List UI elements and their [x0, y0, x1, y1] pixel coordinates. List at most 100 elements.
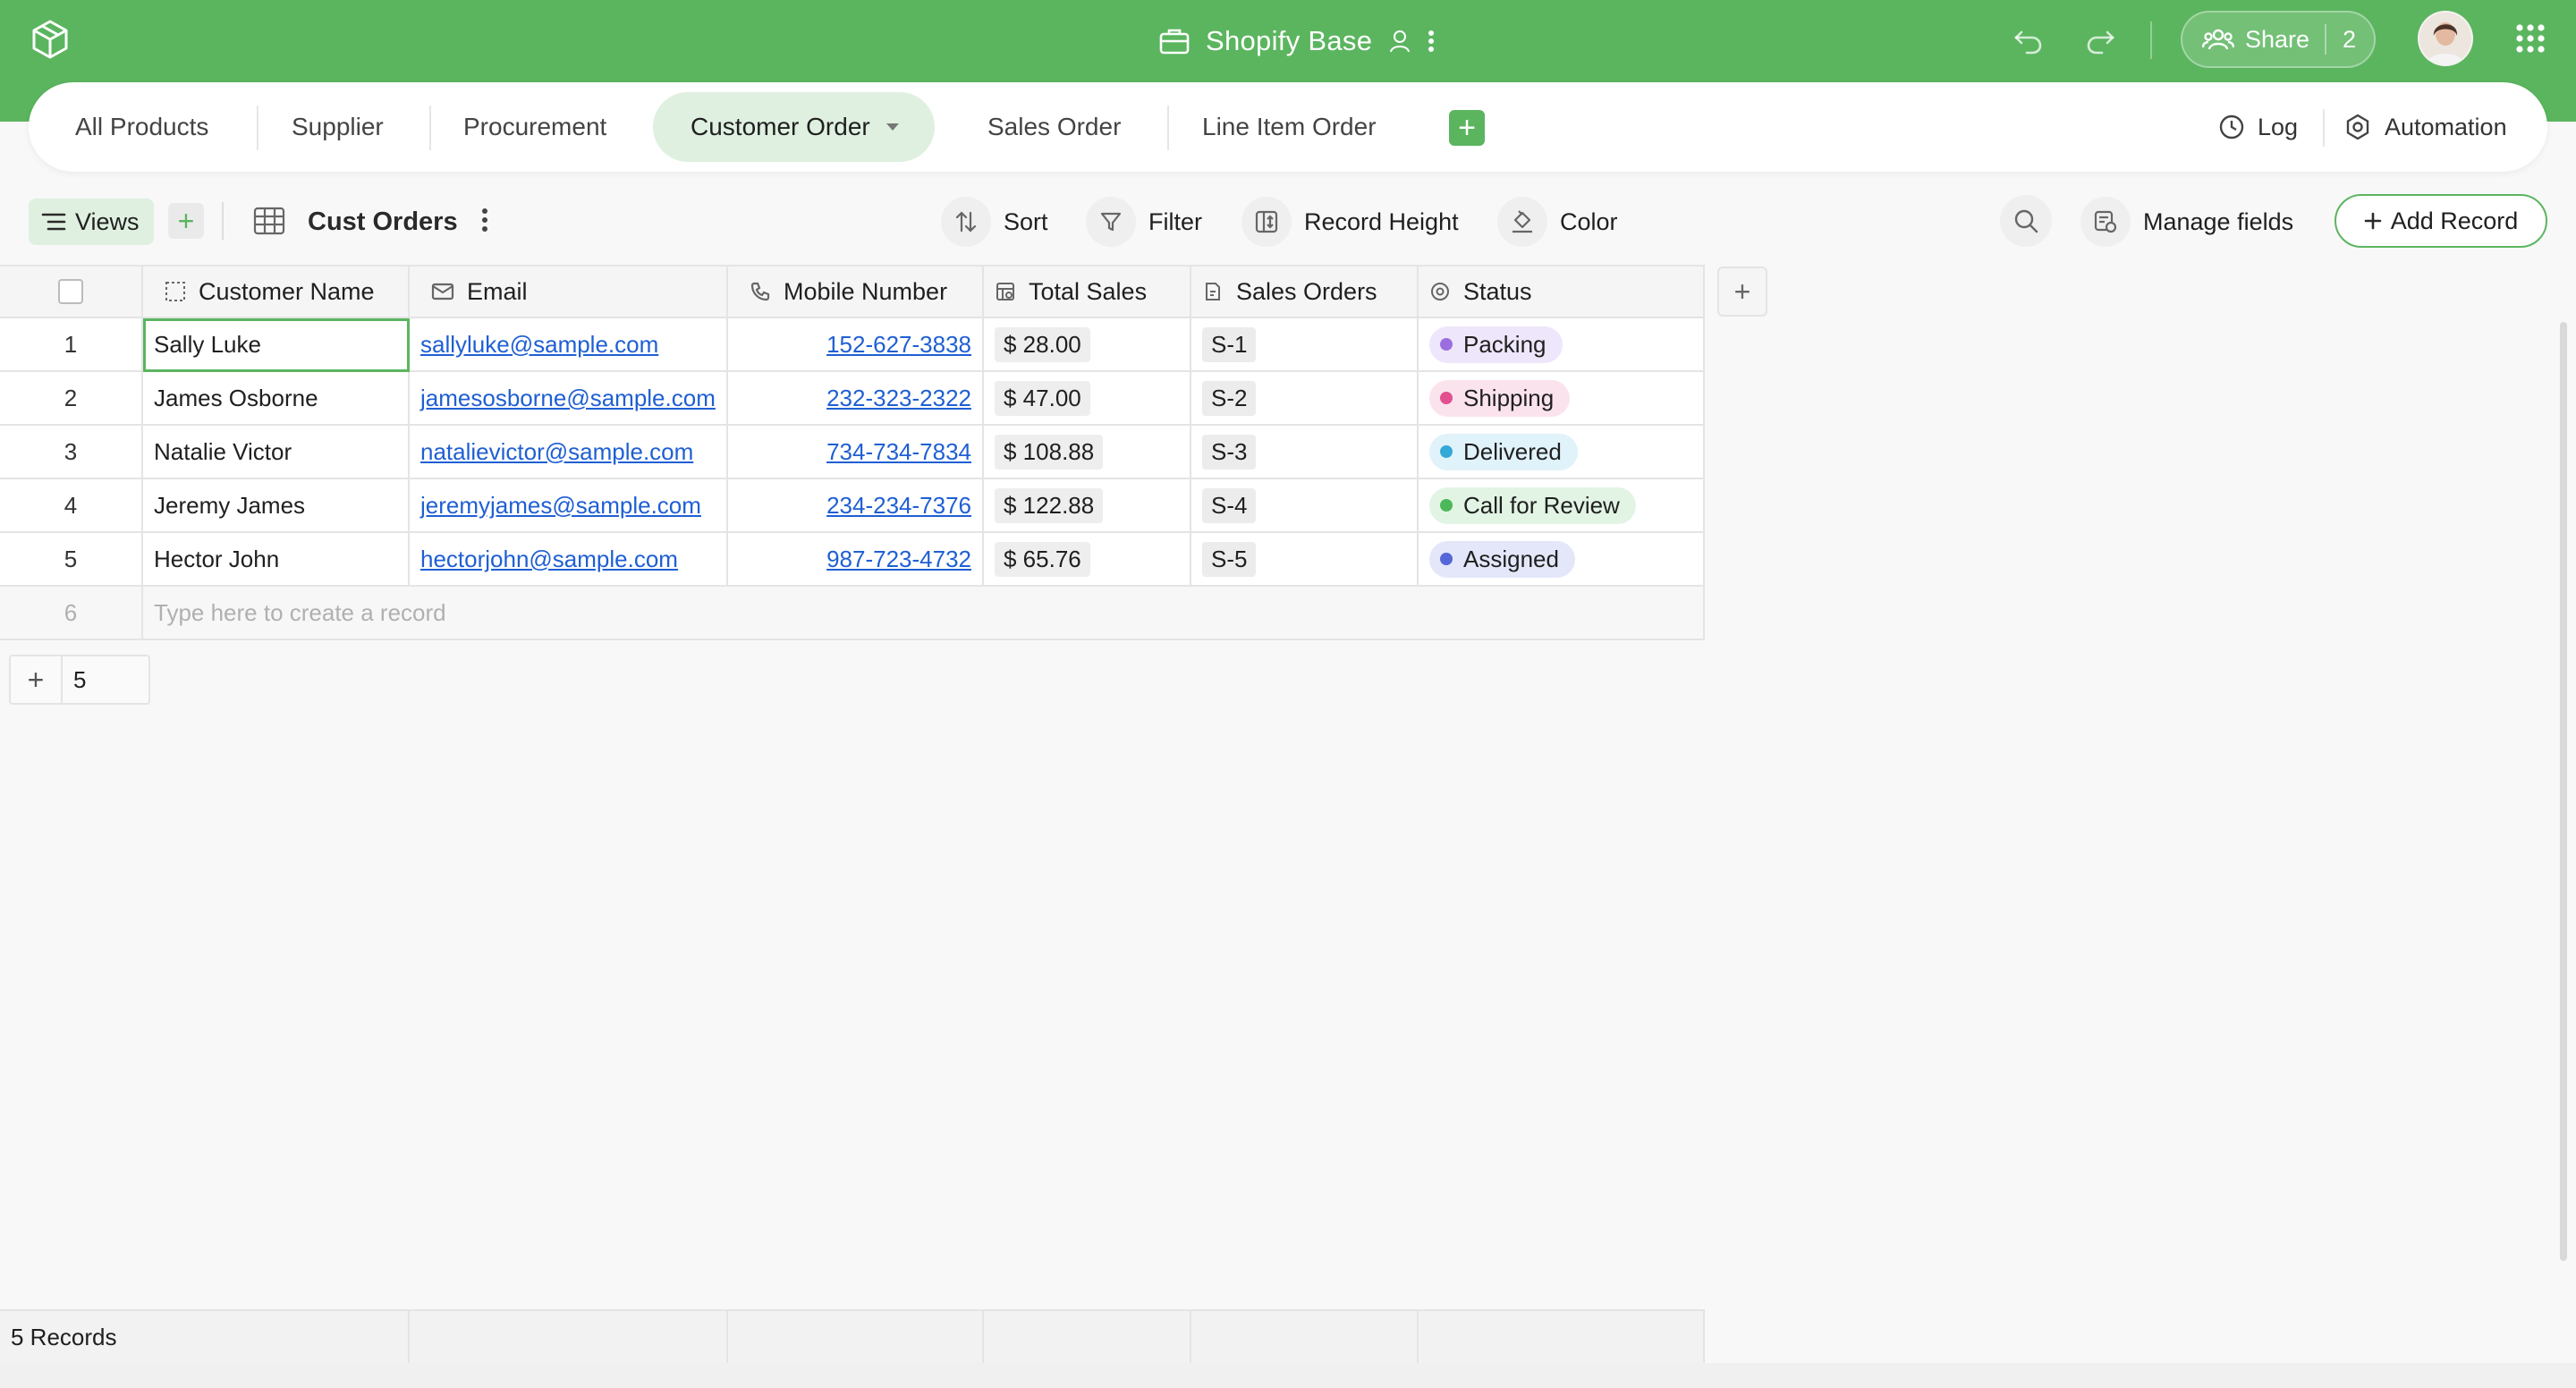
tab-supplier[interactable]: Supplier — [292, 82, 384, 172]
search-button[interactable] — [2000, 195, 2052, 247]
row-number[interactable]: 5 — [0, 533, 143, 587]
more-vertical-icon[interactable] — [481, 206, 488, 234]
email-cell[interactable]: hectorjohn@sample.com — [410, 533, 728, 587]
email-link[interactable]: natalievictor@sample.com — [420, 438, 693, 466]
total-sales-cell[interactable]: $ 28.00 — [984, 318, 1191, 372]
collaborator-icon[interactable] — [1388, 29, 1411, 54]
color-button[interactable]: Color — [1497, 195, 1618, 249]
email-cell[interactable]: sallyluke@sample.com — [410, 318, 728, 372]
column-header-total-sales[interactable]: Total Sales — [984, 265, 1191, 318]
add-rows-control[interactable]: + 5 — [9, 655, 150, 705]
table-row[interactable]: 1 Sally Luke sallyluke@sample.com 152-627-3… — [0, 318, 1705, 372]
tab-procurement[interactable]: Procurement — [463, 82, 606, 172]
table-row[interactable]: 5 Hector John hectorjohn@sample.com 987-723… — [0, 533, 1705, 587]
customer-name-cell[interactable]: Natalie Victor — [143, 426, 410, 479]
filter-button[interactable]: Filter — [1086, 195, 1202, 249]
column-header-sales-orders[interactable]: Sales Orders — [1191, 265, 1419, 318]
column-header-status[interactable]: Status — [1419, 265, 1705, 318]
summary-cell[interactable] — [728, 1309, 984, 1363]
status-cell[interactable]: Call for Review — [1419, 479, 1705, 533]
manage-fields-button[interactable]: Manage fields — [2080, 195, 2293, 249]
total-sales-cell[interactable]: $ 47.00 — [984, 372, 1191, 426]
redo-icon[interactable] — [2084, 25, 2116, 57]
status-cell[interactable]: Packing — [1419, 318, 1705, 372]
phone-link[interactable]: 987-723-4732 — [826, 546, 971, 573]
horizontal-scroll-track[interactable] — [0, 1363, 2576, 1388]
total-sales-cell[interactable]: $ 122.88 — [984, 479, 1191, 533]
customer-name-cell[interactable]: James Osborne — [143, 372, 410, 426]
customer-name-cell[interactable]: Sally Luke — [143, 318, 410, 372]
sales-order-chip[interactable]: S-3 — [1202, 434, 1257, 470]
row-number[interactable]: 4 — [0, 479, 143, 533]
customer-name-cell[interactable]: Hector John — [143, 533, 410, 587]
table-row[interactable]: 4 Jeremy James jeremyjames@sample.com 234-2… — [0, 479, 1705, 533]
email-link[interactable]: jamesosborne@sample.com — [420, 385, 716, 412]
customer-name-cell[interactable]: Jeremy James — [143, 479, 410, 533]
new-record-placeholder[interactable]: Type here to create a record — [143, 587, 1705, 640]
sales-order-chip[interactable]: S-5 — [1202, 541, 1257, 577]
email-link[interactable]: sallyluke@sample.com — [420, 331, 658, 359]
table-row[interactable]: 3 Natalie Victor natalievictor@sample.com 7… — [0, 426, 1705, 479]
tab-line-item-order[interactable]: Line Item Order — [1202, 82, 1377, 172]
sales-order-chip[interactable]: S-4 — [1202, 487, 1257, 523]
mobile-cell[interactable]: 234-234-7376 — [728, 479, 984, 533]
select-all-checkbox[interactable] — [58, 279, 83, 304]
current-view-name[interactable]: Cust Orders — [308, 207, 458, 237]
more-vertical-icon[interactable] — [1428, 29, 1435, 54]
row-number[interactable]: 3 — [0, 426, 143, 479]
total-sales-cell[interactable]: $ 108.88 — [984, 426, 1191, 479]
add-view-button[interactable]: + — [168, 203, 204, 239]
sales-orders-cell[interactable]: S-2 — [1191, 372, 1419, 426]
log-button[interactable]: Log — [2218, 82, 2298, 172]
column-header-customer-name[interactable]: Customer Name — [143, 265, 410, 318]
add-rows-count[interactable]: 5 — [63, 656, 148, 703]
base-title[interactable]: Shopify Base — [1159, 18, 1435, 64]
sales-orders-cell[interactable]: S-5 — [1191, 533, 1419, 587]
sort-button[interactable]: Sort — [941, 195, 1048, 249]
record-height-button[interactable]: Record Height — [1241, 195, 1459, 249]
column-header-email[interactable]: Email — [410, 265, 728, 318]
add-rows-button[interactable]: + — [11, 656, 63, 703]
share-button[interactable]: Share 2 — [2181, 11, 2376, 68]
vertical-scrollbar[interactable] — [2560, 322, 2567, 1261]
mobile-cell[interactable]: 232-323-2322 — [728, 372, 984, 426]
sales-orders-cell[interactable]: S-1 — [1191, 318, 1419, 372]
tab-all-products[interactable]: All Products — [75, 82, 208, 172]
avatar[interactable] — [2418, 11, 2473, 66]
app-logo-icon[interactable] — [27, 16, 73, 63]
total-sales-cell[interactable]: $ 65.76 — [984, 533, 1191, 587]
add-record-button[interactable]: Add Record — [2334, 194, 2547, 248]
new-record-row[interactable]: 6 Type here to create a record — [0, 587, 1705, 640]
tab-customer-order[interactable]: Customer Order — [653, 92, 935, 162]
add-field-button[interactable]: + — [1717, 267, 1767, 317]
phone-link[interactable]: 152-627-3838 — [826, 331, 971, 359]
mobile-cell[interactable]: 152-627-3838 — [728, 318, 984, 372]
phone-link[interactable]: 234-234-7376 — [826, 492, 971, 520]
summary-cell[interactable] — [1419, 1309, 1705, 1363]
phone-link[interactable]: 734-734-7834 — [826, 438, 971, 466]
table-row[interactable]: 2 James Osborne jamesosborne@sample.com 232… — [0, 372, 1705, 426]
sales-order-chip[interactable]: S-1 — [1202, 326, 1257, 362]
mobile-cell[interactable]: 734-734-7834 — [728, 426, 984, 479]
apps-grid-icon[interactable] — [2515, 23, 2546, 54]
phone-link[interactable]: 232-323-2322 — [826, 385, 971, 412]
summary-cell[interactable] — [410, 1309, 728, 1363]
email-link[interactable]: hectorjohn@sample.com — [420, 546, 678, 573]
mobile-cell[interactable]: 987-723-4732 — [728, 533, 984, 587]
tab-sales-order[interactable]: Sales Order — [987, 82, 1121, 172]
row-number[interactable]: 2 — [0, 372, 143, 426]
views-button[interactable]: Views — [29, 199, 154, 245]
email-cell[interactable]: jamesosborne@sample.com — [410, 372, 728, 426]
email-cell[interactable]: natalievictor@sample.com — [410, 426, 728, 479]
add-table-button[interactable]: + — [1449, 110, 1485, 146]
status-cell[interactable]: Delivered — [1419, 426, 1705, 479]
status-cell[interactable]: Shipping — [1419, 372, 1705, 426]
email-link[interactable]: jeremyjames@sample.com — [420, 492, 701, 520]
sales-orders-cell[interactable]: S-4 — [1191, 479, 1419, 533]
automation-button[interactable]: Automation — [2343, 82, 2507, 172]
summary-cell[interactable] — [984, 1309, 1191, 1363]
row-number[interactable]: 1 — [0, 318, 143, 372]
column-header-mobile-number[interactable]: Mobile Number — [728, 265, 984, 318]
chevron-down-icon[interactable] — [886, 123, 899, 131]
undo-icon[interactable] — [2012, 25, 2045, 57]
